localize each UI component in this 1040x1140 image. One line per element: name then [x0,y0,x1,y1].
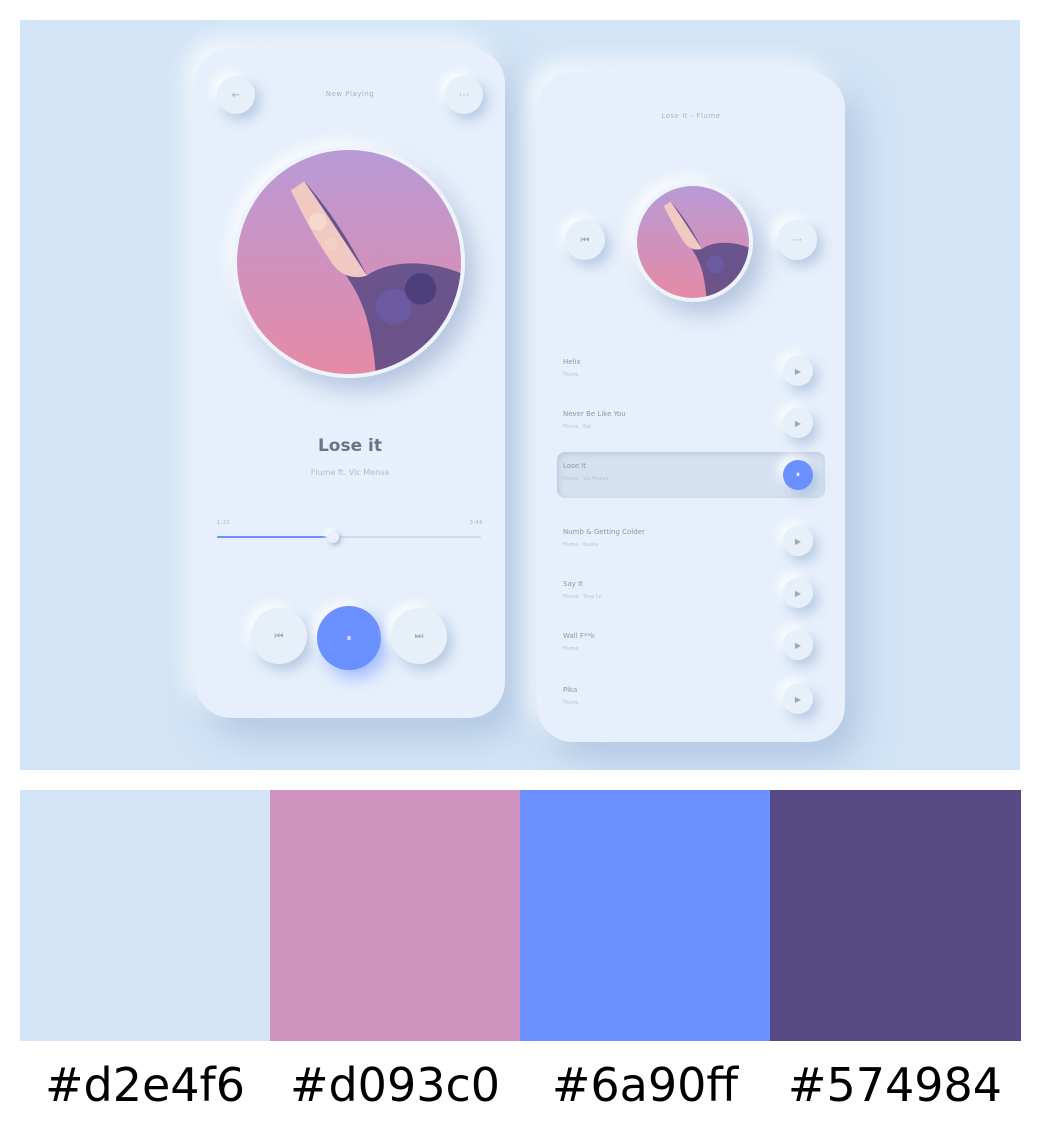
track-name: Never Be Like You [563,410,626,418]
swatch-1 [20,790,270,1041]
track-play-button[interactable]: ▶ [783,408,813,438]
playlist-album-art [633,182,753,302]
swatch-3 [520,790,770,1041]
now-playing-screen: ← Now Playing ⋯ Lose it Flume ft. Vic Me… [195,48,505,718]
track-row[interactable]: Wall F**k Flume ▶ [557,622,825,668]
track-artist: Flume · Vic Mensa [563,476,609,482]
track-row[interactable]: Helix Flume ▶ [557,348,825,394]
play-icon: ▶ [794,366,802,376]
track-name: Pika [563,686,578,694]
track-row[interactable]: Never Be Like You Flume · Kai ▶ [557,400,825,446]
track-artist: Flume · Tove Lo [563,594,602,600]
menu-dots-icon: ⋯ [459,89,469,101]
progress-bar[interactable] [217,531,481,543]
song-artist: Flume ft. Vic Mensa [310,468,390,477]
playlist-previous-button[interactable]: ⏮ [565,220,605,260]
menu-dots-icon: ⋯ [792,234,802,246]
swatch-3-label: #6a90ff [551,1058,739,1112]
swatch-4-label: #574984 [787,1058,1003,1112]
progress-handle[interactable] [327,531,340,543]
previous-button[interactable]: ⏮ [251,608,307,664]
play-icon: ▶ [794,694,802,704]
album-art [233,146,465,378]
play-icon: ▶ [794,588,802,598]
track-name: Numb & Getting Colder [563,528,645,536]
track-name: Helix [563,358,581,366]
track-play-button[interactable]: ▶ [783,630,813,660]
time-elapsed: 1:21 [217,520,231,526]
track-row[interactable]: Say It Flume · Tove Lo ▶ [557,570,825,616]
playlist-header: Lose It - Flume [661,112,721,120]
track-artist: Flume [563,646,579,652]
pause-icon: ⏸ [796,470,800,479]
app-preview: ← Now Playing ⋯ Lose it Flume ft. Vic Me… [20,20,1020,770]
pause-icon: ⏸ [346,632,352,644]
song-title: Lose it [317,436,383,456]
track-name: Wall F**k [563,632,595,640]
playlist-menu-button[interactable]: ⋯ [777,220,817,260]
track-artist: Flume · Kucka [563,542,598,548]
track-play-button[interactable]: ▶ [783,526,813,556]
track-play-button[interactable]: ▶ [783,356,813,386]
menu-button[interactable]: ⋯ [445,76,483,114]
swatch-1-label: #d2e4f6 [44,1058,246,1112]
previous-icon: ⏮ [274,630,284,642]
track-artist: Flume [563,700,579,706]
play-icon: ▶ [794,418,802,428]
track-row[interactable]: Numb & Getting Colder Flume · Kucka ▶ [557,518,825,564]
track-name: Lose It [563,462,587,470]
next-button[interactable]: ⏭ [391,608,447,664]
swatch-4 [770,790,1021,1041]
track-play-button[interactable]: ▶ [783,578,813,608]
swatch-2 [270,790,520,1041]
play-icon: ▶ [794,536,802,546]
track-pause-button[interactable]: ⏸ [783,460,813,490]
playlist-screen: Lose It - Flume ⏮ ⋯ HelixFlume▶Never [537,72,845,742]
track-artist: Flume [563,372,579,378]
track-play-button[interactable]: ▶ [783,684,813,714]
play-icon: ▶ [794,640,802,650]
track-row[interactable]: Pika Flume ▶ [557,676,825,722]
track-name: Say It [563,580,583,588]
next-icon: ⏭ [414,630,424,642]
pause-button[interactable]: ⏸ [317,606,381,670]
previous-icon: ⏮ [580,234,590,246]
track-artist: Flume · Kai [563,424,591,430]
progress-fill [217,536,334,538]
time-total: 3:46 [469,520,483,526]
track-row[interactable]: Lose It Flume · Vic Mensa ⏸ [557,452,825,498]
swatch-2-label: #d093c0 [289,1058,501,1112]
